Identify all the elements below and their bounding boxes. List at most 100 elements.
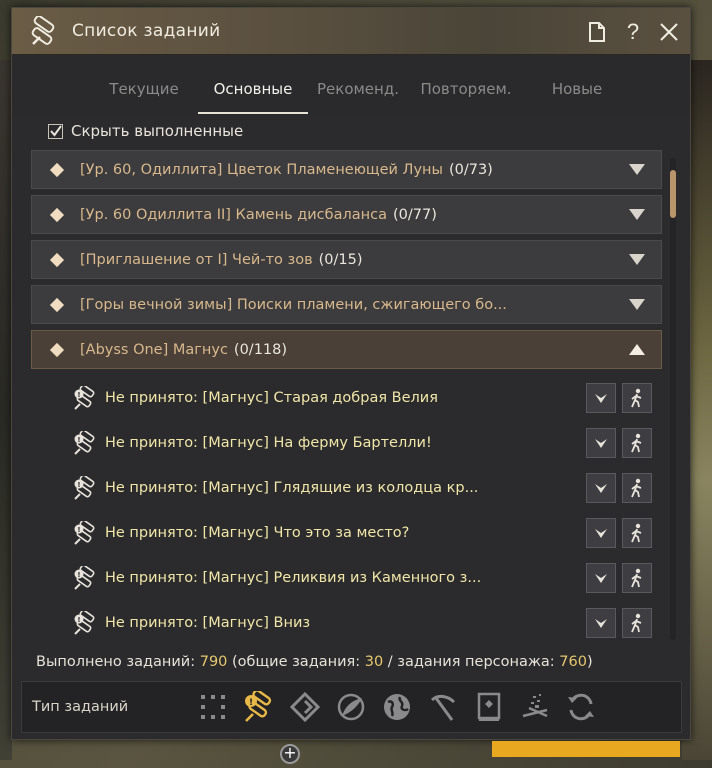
- chevron-down-icon[interactable]: [629, 299, 645, 311]
- auto-navigate-button[interactable]: [622, 473, 652, 503]
- quest-group-title: [Горы вечной зимы] Поиски пламени, сжига…: [80, 296, 507, 313]
- auto-navigate-button[interactable]: [622, 608, 652, 638]
- diamond-road-icon[interactable]: [282, 687, 328, 727]
- chevron-down-icon: [595, 619, 607, 628]
- general-label: (общие задания:: [232, 654, 361, 670]
- chevron-down-icon: [595, 574, 607, 583]
- subquest-title: Не принято: [Магнус] На ферму Бартелли!: [105, 434, 432, 451]
- grid-select-icon[interactable]: [190, 687, 236, 727]
- expand-subquest-button[interactable]: [586, 428, 616, 458]
- quest-group-count: (0/118): [233, 341, 288, 358]
- quest-not-accepted-icon: !: [71, 385, 97, 411]
- chevron-up-icon[interactable]: [629, 344, 645, 356]
- hide-completed-toggle[interactable]: Скрыть выполненные: [48, 122, 243, 140]
- scythe-icon[interactable]: [420, 687, 466, 727]
- refresh-icon[interactable]: [558, 687, 604, 727]
- plus-icon[interactable]: +: [280, 744, 300, 764]
- subquest-title: Не принято: [Магнус] Реликвия из Каменно…: [105, 569, 482, 586]
- chevron-down-icon[interactable]: [629, 209, 645, 221]
- walking-person-icon: [631, 433, 642, 453]
- diamond-icon: [49, 207, 65, 222]
- quest-not-accepted-icon: !: [71, 520, 97, 546]
- svg-text:!: !: [77, 391, 80, 399]
- tab-recommended[interactable]: Рекоменд.: [302, 56, 414, 114]
- auto-navigate-button[interactable]: [622, 563, 652, 593]
- quest-list-window: Список заданий ? Текущие Основные Рекоме…: [11, 7, 691, 740]
- quest-group-row-expanded[interactable]: [Abyss One] Магнус (0/118): [31, 330, 662, 369]
- quest-group-count: (0/77): [392, 206, 437, 223]
- subquest-row[interactable]: ! Не принято: [Магнус] Глядящие из колод…: [31, 465, 662, 510]
- walking-person-icon: [631, 568, 642, 588]
- title-bar[interactable]: Список заданий ?: [12, 8, 690, 55]
- scrollbar[interactable]: [670, 158, 676, 640]
- leaf-circle-icon[interactable]: [328, 687, 374, 727]
- document-icon[interactable]: [586, 21, 608, 43]
- diamond-icon: [49, 297, 65, 312]
- walking-person-icon: [631, 478, 642, 498]
- diamond-icon: [49, 162, 65, 177]
- subquest-row[interactable]: ! Не принято: [Магнус] На ферму Бартелли…: [31, 420, 662, 465]
- subquest-row[interactable]: ! Не принято: [Магнус] Вниз: [31, 600, 662, 640]
- campfire-icon[interactable]: [512, 687, 558, 727]
- tab-current[interactable]: Текущие: [84, 56, 204, 114]
- quest-not-accepted-icon: !: [71, 565, 97, 591]
- hide-completed-checkbox[interactable]: [48, 123, 63, 139]
- auto-navigate-button[interactable]: [622, 383, 652, 413]
- svg-text:!: !: [77, 436, 80, 444]
- scroll-quest-icon[interactable]: !: [236, 687, 282, 727]
- quest-group-row[interactable]: [Приглашение от I] Чей-то зов (0/15): [31, 240, 662, 279]
- close-icon[interactable]: [658, 21, 680, 43]
- auto-navigate-button[interactable]: [622, 428, 652, 458]
- character-label: задания персонажа:: [397, 654, 555, 670]
- tab-repeatable[interactable]: Повторяем.: [414, 56, 518, 114]
- quest-group-row[interactable]: [Ур. 60 Одиллита II] Камень дисбаланса (…: [31, 195, 662, 234]
- chevron-down-icon: [595, 439, 607, 448]
- quest-not-accepted-icon: !: [71, 475, 97, 501]
- checkmark-icon: [49, 125, 62, 137]
- expand-subquest-button[interactable]: [586, 563, 616, 593]
- chevron-down-icon[interactable]: [629, 254, 645, 266]
- quest-group-title: [Приглашение от I] Чей-то зов: [80, 251, 313, 268]
- scrollbar-thumb[interactable]: [670, 170, 676, 218]
- book-icon[interactable]: [466, 687, 512, 727]
- walking-person-icon: [631, 388, 642, 408]
- quest-type-bar: Тип заданий !: [21, 681, 682, 733]
- svg-text:!: !: [77, 481, 80, 489]
- tab-new[interactable]: Новые: [518, 56, 636, 114]
- walking-person-icon: [631, 523, 642, 543]
- tab-main[interactable]: Основные: [198, 56, 308, 114]
- expand-subquest-button[interactable]: [586, 473, 616, 503]
- subquest-title: Не принято: [Магнус] Вниз: [105, 614, 311, 631]
- quest-group-title: [Ур. 60 Одиллита II] Камень дисбаланса: [80, 206, 387, 223]
- completed-label: Выполнено заданий:: [36, 654, 196, 670]
- quest-list: [Ур. 60, Одиллита] Цветок Пламенеющей Лу…: [31, 150, 662, 640]
- quest-group-row[interactable]: [Горы вечной зимы] Поиски пламени, сжига…: [31, 285, 662, 324]
- completed-total: 790: [199, 654, 228, 670]
- character-count: 760: [559, 654, 587, 670]
- summary-separator: /: [387, 654, 393, 670]
- window-title: Список заданий: [72, 21, 221, 41]
- scroll-quest-icon: [26, 14, 60, 48]
- svg-text:!: !: [77, 526, 80, 534]
- svg-text:!: !: [77, 616, 80, 624]
- diamond-icon: [49, 342, 65, 357]
- svg-text:!: !: [77, 571, 80, 579]
- globe-icon[interactable]: [374, 687, 420, 727]
- subquest-row[interactable]: ! Не принято: [Магнус] Что это за место?: [31, 510, 662, 555]
- expand-subquest-button[interactable]: [586, 383, 616, 413]
- chevron-down-icon: [595, 484, 607, 493]
- subquest-row[interactable]: ! Не принято: [Магнус] Старая добрая Вел…: [31, 375, 662, 420]
- quest-group-row[interactable]: [Ур. 60, Одиллита] Цветок Пламенеющей Лу…: [31, 150, 662, 189]
- subquest-title: Не принято: [Магнус] Глядящие из колодца…: [105, 479, 479, 496]
- subquest-row[interactable]: ! Не принято: [Магнус] Реликвия из Камен…: [31, 555, 662, 600]
- tab-bar: Текущие Основные Рекоменд. Повторяем. Но…: [12, 56, 690, 114]
- help-icon[interactable]: ?: [622, 19, 644, 44]
- expand-subquest-button[interactable]: [586, 518, 616, 548]
- auto-navigate-button[interactable]: [622, 518, 652, 548]
- general-count: 30: [364, 654, 384, 670]
- expand-subquest-button[interactable]: [586, 608, 616, 638]
- quest-group-count: (0/15): [318, 251, 363, 268]
- summary-close-paren: ): [586, 654, 593, 670]
- chevron-down-icon[interactable]: [629, 164, 645, 176]
- quest-group-title: [Ур. 60, Одиллита] Цветок Пламенеющей Лу…: [80, 161, 443, 178]
